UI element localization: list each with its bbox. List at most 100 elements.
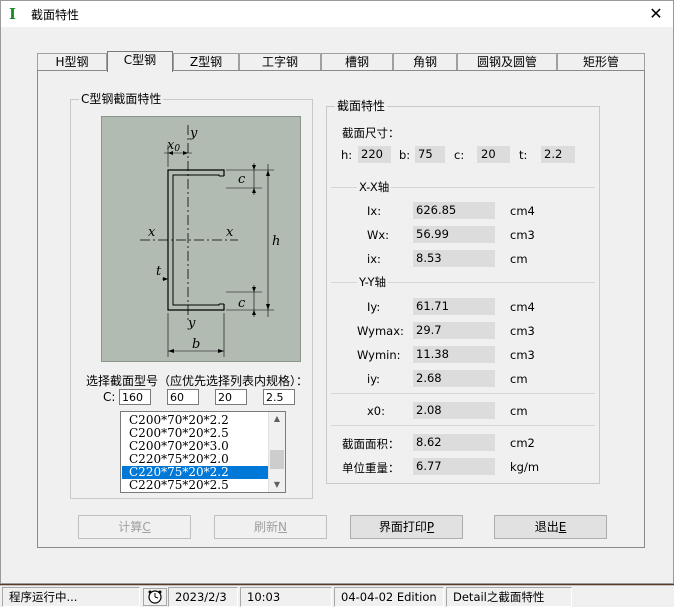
area-label: 截面面积： xyxy=(342,437,400,451)
print-button-text: 界面打印 xyxy=(378,520,427,534)
weight-value: 6.77 xyxy=(413,458,495,475)
exit-button[interactable]: 退出E xyxy=(494,515,607,539)
calc-button-key: C xyxy=(142,520,151,534)
weight-unit: kg/m xyxy=(510,460,540,474)
t-input[interactable] xyxy=(263,389,295,405)
wymax-value: 29.7 xyxy=(413,322,495,339)
dim-b-label: b: xyxy=(399,148,411,162)
gyration-x-value: 8.53 xyxy=(413,250,495,267)
iy-label: Iy: xyxy=(367,300,381,314)
c-section-drawing: y x0 c x x h t c y b xyxy=(140,125,280,357)
status-module: Detail之截面特性 xyxy=(446,587,572,607)
x0-separator-top xyxy=(331,393,595,394)
wx-label: Wx: xyxy=(367,228,390,242)
h-input[interactable] xyxy=(119,389,151,405)
dim-c-value: 20 xyxy=(477,146,510,163)
select-section-label: 选择截面型号（应优先选择列表内规格）： xyxy=(86,374,309,388)
c-prefix-label: C: xyxy=(103,390,116,404)
x0-separator-bottom xyxy=(331,425,595,426)
wx-value: 56.99 xyxy=(413,226,495,243)
x0-value: 2.08 xyxy=(413,402,495,419)
title-bar: I 截面特性 ✕ xyxy=(1,1,673,27)
refresh-button-key: N xyxy=(278,520,287,534)
section-list[interactable]: C200*70*20*2.2 C200*70*20*2.5 C200*70*20… xyxy=(120,411,286,493)
b-input[interactable] xyxy=(167,389,199,405)
status-time: 10:03 xyxy=(240,587,332,607)
label-x-right: x xyxy=(226,225,234,240)
refresh-button[interactable]: 刷新N xyxy=(214,515,327,539)
ix-value: 626.85 xyxy=(413,202,495,219)
status-running: 程序运行中... xyxy=(2,587,140,607)
dims-header: 截面尺寸： xyxy=(342,126,400,140)
calc-button[interactable]: 计算C xyxy=(78,515,191,539)
x0-label: x0: xyxy=(367,404,385,418)
gyration-y-value: 2.68 xyxy=(413,370,495,387)
label-x0-sub: 0 xyxy=(174,144,180,154)
ix-unit: cm4 xyxy=(510,204,535,218)
tab-angle[interactable]: 角钢 xyxy=(393,53,457,71)
label-y-top: y xyxy=(189,126,198,141)
dim-c-label: c: xyxy=(454,148,465,162)
dim-h-label: h: xyxy=(341,148,353,162)
gyration-x-label: ix: xyxy=(367,252,381,266)
area-value: 8.62 xyxy=(413,434,495,451)
scroll-thumb[interactable] xyxy=(270,450,284,469)
tab-channel[interactable]: 槽钢 xyxy=(321,53,393,71)
tab-h-steel[interactable]: H型钢 xyxy=(37,53,107,71)
wymin-value: 11.38 xyxy=(413,346,495,363)
print-button[interactable]: 界面打印P xyxy=(350,515,463,539)
dim-h-value: 220 xyxy=(358,146,391,163)
list-scrollbar[interactable]: ▲ ▼ xyxy=(268,412,285,492)
tab-rect-tube[interactable]: 矩形管 xyxy=(557,53,645,71)
c-section-diagram: y x0 c x x h t c y b xyxy=(101,116,301,362)
weight-label: 单位重量： xyxy=(342,461,400,475)
tab-i-beam[interactable]: 工字钢 xyxy=(239,53,321,71)
wymin-label: Wymin: xyxy=(357,348,401,362)
tab-round-tube[interactable]: 圆钢及圆管 xyxy=(457,53,557,71)
label-c-top: c xyxy=(238,172,246,187)
wx-unit: cm3 xyxy=(510,228,535,242)
wymax-unit: cm3 xyxy=(510,324,535,338)
scroll-up-icon[interactable]: ▲ xyxy=(269,412,285,426)
clock-icon xyxy=(143,588,167,606)
dim-t-label: t: xyxy=(519,148,528,162)
scroll-down-icon[interactable]: ▼ xyxy=(269,478,285,492)
label-x0: x0 xyxy=(167,138,180,154)
c-steel-group-title: C型钢截面特性 xyxy=(79,92,164,106)
gyration-y-unit: cm xyxy=(510,372,528,386)
status-bar: 程序运行中... 2023/2/3 10:03 04-04-02 Edition… xyxy=(0,585,674,607)
gyration-x-unit: cm xyxy=(510,252,528,266)
close-button[interactable]: ✕ xyxy=(639,1,673,27)
label-x-left: x xyxy=(148,225,156,240)
exit-button-text: 退出 xyxy=(534,520,559,534)
section-properties-window: I 截面特性 ✕ H型钢 C型钢 Z型钢 工字钢 槽钢 角钢 圆钢及圆管 矩形管… xyxy=(0,0,674,584)
dim-t-value: 2.2 xyxy=(541,146,575,163)
label-y-bottom: y xyxy=(187,316,196,331)
tab-z-steel[interactable]: Z型钢 xyxy=(173,53,239,71)
ix-label: Ix: xyxy=(367,204,382,218)
label-h: h xyxy=(272,234,280,249)
tab-c-steel[interactable]: C型钢 xyxy=(107,51,173,72)
label-t: t xyxy=(156,264,162,279)
calc-button-text: 计算 xyxy=(118,520,143,534)
label-c-bottom: c xyxy=(238,296,246,311)
iy-value: 61.71 xyxy=(413,298,495,315)
x0-unit: cm xyxy=(510,404,528,418)
c-input[interactable] xyxy=(215,389,247,405)
window-title: 截面特性 xyxy=(31,8,80,22)
dim-b-value: 75 xyxy=(415,146,445,163)
list-item[interactable]: C220*75*20*2.5 xyxy=(122,479,269,492)
iy-unit: cm4 xyxy=(510,300,535,314)
wymin-unit: cm3 xyxy=(510,348,535,362)
print-button-key: P xyxy=(426,520,435,534)
status-date: 2023/2/3 xyxy=(168,587,238,607)
refresh-button-text: 刷新 xyxy=(254,520,279,534)
exit-button-key: E xyxy=(558,520,567,534)
status-edition: 04-04-02 Edition xyxy=(334,587,444,607)
wymax-label: Wymax: xyxy=(357,324,404,338)
label-b: b xyxy=(192,337,200,352)
yy-axis-heading: Y-Y轴 xyxy=(357,274,388,290)
app-icon: I xyxy=(9,5,17,23)
area-unit: cm2 xyxy=(510,436,535,450)
tab-strip: H型钢 C型钢 Z型钢 工字钢 槽钢 角钢 圆钢及圆管 矩形管 xyxy=(37,51,645,72)
